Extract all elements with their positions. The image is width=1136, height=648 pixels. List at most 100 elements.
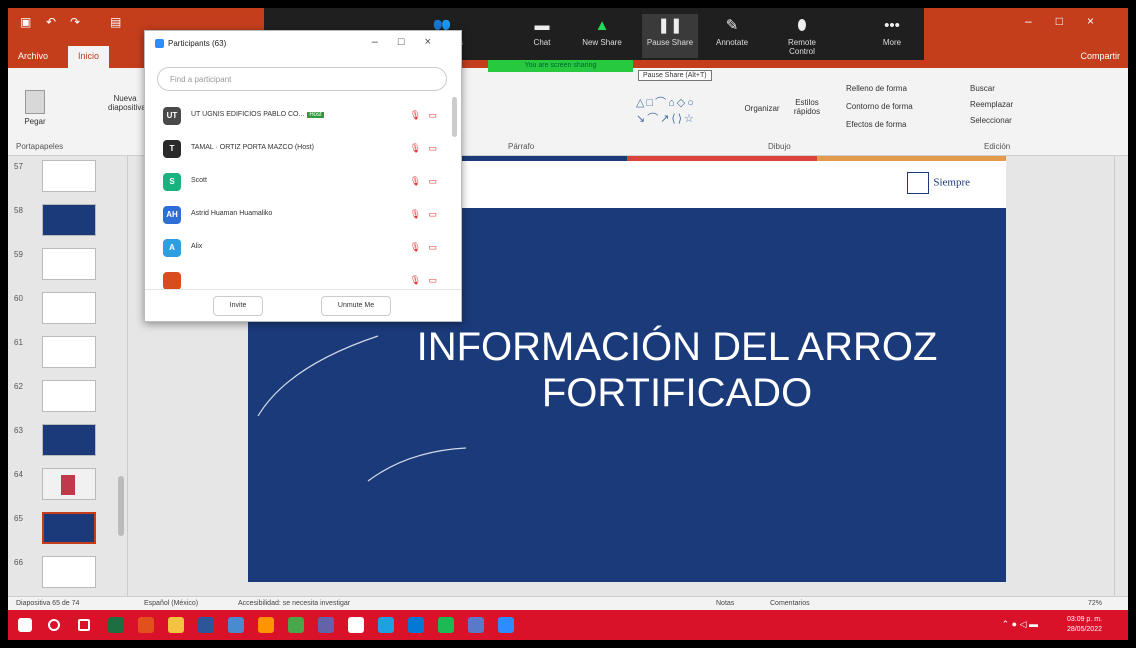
app-icon[interactable] [228, 617, 244, 633]
participant-search-input[interactable]: Find a participant [157, 67, 447, 91]
save-icon[interactable]: ▣ [20, 15, 31, 29]
slide-thumbnail[interactable] [42, 160, 96, 192]
language-indicator[interactable]: Español (México) [144, 600, 198, 607]
video-off-icon[interactable]: ▭ [428, 176, 437, 187]
share-button[interactable]: Compartir [1080, 51, 1120, 61]
shape-outline-button[interactable]: Contorno de forma [846, 102, 913, 111]
chat-button[interactable]: ▬ Chat [514, 14, 570, 47]
mic-muted-icon[interactable]: 🎙 [410, 242, 421, 253]
panel-popout-icon[interactable]: □ [398, 36, 425, 48]
slide-thumbnail[interactable] [42, 424, 96, 456]
panel-minimize-icon[interactable]: – [372, 36, 398, 48]
mic-muted-icon[interactable]: 🎙 [410, 143, 421, 154]
participants-scrollbar[interactable] [452, 97, 457, 137]
pause-share-button[interactable]: ❚❚ Pause Share [642, 14, 698, 58]
editing-group-label: Edición [984, 142, 1011, 151]
edge-icon[interactable] [378, 617, 394, 633]
slide-thumbnail[interactable] [42, 380, 96, 412]
mic-muted-icon[interactable]: 🎙 [410, 209, 421, 220]
slide-thumbnail[interactable] [42, 292, 96, 324]
notes-button[interactable]: Notas [716, 600, 734, 607]
unmute-me-button[interactable]: Unmute Me [321, 296, 391, 316]
clipboard-icon [25, 90, 45, 114]
more-button[interactable]: ••• More [864, 14, 920, 47]
participant-row[interactable]: T TAMAL · ORTIZ PORTA MAZCO (Host) 🎙 ▭ [155, 134, 451, 164]
zoom-level[interactable]: 72% [1088, 600, 1102, 607]
slide-title[interactable]: INFORMACIÓN DEL ARROZ FORTIFICADO [248, 324, 1006, 416]
maximize-icon[interactable]: □ [1056, 14, 1087, 28]
accessibility-status[interactable]: Accesibilidad: se necesita investigar [238, 600, 350, 607]
system-tray[interactable]: ⌃ ● ◁ ▬ [1002, 619, 1038, 630]
video-off-icon[interactable]: ▭ [428, 143, 437, 154]
office-icon[interactable] [138, 617, 154, 633]
paste-button[interactable]: Pegar [20, 90, 50, 126]
chrome-icon[interactable] [288, 617, 304, 633]
quick-styles-button[interactable]: Estilos rápidos [790, 98, 824, 116]
participant-name: TAMAL · ORTIZ PORTA MAZCO (Host) [191, 144, 314, 151]
start-icon[interactable] [18, 618, 32, 632]
word-icon[interactable] [198, 617, 214, 633]
replace-button[interactable]: Reemplazar [970, 100, 1013, 109]
slide-thumbnail[interactable] [42, 556, 96, 588]
shapes-gallery[interactable]: △□⌒⌂◇○ ↘⌒↗⟨⟩☆ [636, 94, 696, 126]
slide-title-line-1: INFORMACIÓN DEL ARROZ [416, 325, 938, 369]
store-icon[interactable] [348, 617, 364, 633]
mic-muted-icon[interactable]: 🎙 [410, 275, 421, 286]
thumbnail-number: 60 [14, 294, 23, 303]
slide-thumbnail[interactable] [42, 336, 96, 368]
thumbnail-number: 59 [14, 250, 23, 259]
search-icon[interactable] [48, 619, 60, 631]
clock[interactable]: 03:09 p. m. 28/05/2022 [1067, 615, 1102, 635]
new-slide-button[interactable]: Nueva diapositiva [108, 94, 146, 112]
thumbnail-number: 62 [14, 382, 23, 391]
present-icon[interactable]: ▤ [110, 15, 121, 29]
shape-fill-button[interactable]: Relleno de forma [846, 84, 907, 93]
spotify-icon[interactable] [438, 617, 454, 633]
participant-row[interactable]: UT UT UGNIS EDIFICIOS PABLO CO... Host 🎙 ▭ [155, 101, 451, 131]
zoom-icon[interactable] [498, 617, 514, 633]
onedrive-icon[interactable] [408, 617, 424, 633]
thumbnails-scrollbar[interactable] [118, 476, 124, 536]
task-view-icon[interactable] [78, 619, 90, 631]
firefox-icon[interactable] [258, 617, 274, 633]
mic-muted-icon[interactable]: 🎙 [410, 110, 421, 121]
remote-control-button[interactable]: ⬮ Remote Control [774, 14, 830, 56]
chat-icon: ▬ [534, 17, 550, 34]
invite-button[interactable]: Invite [213, 296, 263, 316]
select-button[interactable]: Seleccionar [970, 116, 1012, 125]
participant-name: Astrid Huaman Huamaliko [191, 210, 272, 217]
undo-icon[interactable]: ↶ [46, 15, 56, 29]
teams-icon[interactable] [318, 617, 334, 633]
slide-thumbnail[interactable] [42, 248, 96, 280]
mic-muted-icon[interactable]: 🎙 [410, 176, 421, 187]
slide-thumbnail[interactable] [42, 512, 96, 544]
tab-archivo[interactable]: Archivo [18, 51, 48, 61]
pause-share-tooltip: Pause Share (Alt+T) [638, 70, 712, 81]
participant-row[interactable]: A Alix 🎙 ▭ [155, 233, 451, 263]
shape-effects-button[interactable]: Efectos de forma [846, 120, 906, 129]
video-off-icon[interactable]: ▭ [428, 209, 437, 220]
video-off-icon[interactable]: ▭ [428, 275, 437, 286]
pen-icon: ✎ [725, 17, 739, 34]
minimize-icon[interactable]: – [1025, 14, 1056, 28]
explorer-icon[interactable] [168, 617, 184, 633]
close-icon[interactable]: × [1087, 14, 1118, 28]
new-share-button[interactable]: ▲ New Share [574, 14, 630, 47]
annotate-button[interactable]: ✎ Annotate [704, 14, 760, 47]
video-off-icon[interactable]: ▭ [428, 110, 437, 121]
panel-close-icon[interactable]: × [425, 36, 451, 48]
redo-icon[interactable]: ↷ [70, 15, 80, 29]
zoom-button-label: Remote Control [787, 38, 816, 56]
photos-icon[interactable] [468, 617, 484, 633]
tab-inicio[interactable]: Inicio [68, 46, 110, 69]
video-off-icon[interactable]: ▭ [428, 242, 437, 253]
arrange-button[interactable]: Organizar [742, 104, 782, 113]
comments-button[interactable]: Comentarios [770, 600, 810, 607]
find-button[interactable]: Buscar [970, 84, 995, 93]
slide-thumbnail[interactable] [42, 468, 96, 500]
slide-vertical-scrollbar[interactable] [1114, 156, 1128, 596]
participant-row[interactable]: S Scott 🎙 ▭ [155, 167, 451, 197]
participant-row[interactable]: AH Astrid Huaman Huamaliko 🎙 ▭ [155, 200, 451, 230]
excel-icon[interactable] [108, 617, 124, 633]
slide-thumbnail[interactable] [42, 204, 96, 236]
